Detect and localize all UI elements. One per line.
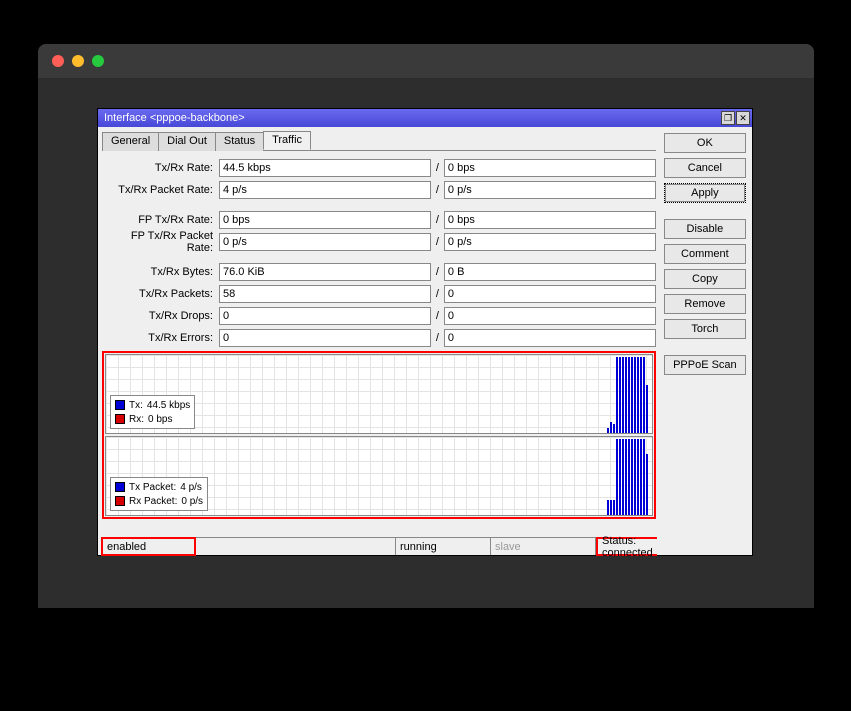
charts-highlight: Tx: 44.5 kbps Rx: 0 bps bbox=[102, 351, 656, 519]
cancel-button[interactable]: Cancel bbox=[664, 158, 746, 178]
disable-button[interactable]: Disable bbox=[664, 219, 746, 239]
chart-packets: Tx Packet: 4 p/s Rx Packet: 0 p/s bbox=[105, 436, 653, 516]
label-fp-txrx-pkt-rate: FP Tx/Rx Packet Rate: bbox=[102, 230, 217, 254]
fp-txrx-rate-rx: 0 bps bbox=[444, 211, 656, 229]
legend-tx-val: 44.5 kbps bbox=[147, 400, 190, 411]
maximize-icon[interactable] bbox=[92, 55, 104, 67]
pppoe-scan-button[interactable]: PPPoE Scan bbox=[664, 355, 746, 375]
status-running: running bbox=[396, 538, 491, 555]
label-txrx-drops: Tx/Rx Drops: bbox=[102, 310, 217, 322]
interface-dialog: Interface <pppoe-backbone> ❐ ✕ General D… bbox=[97, 108, 753, 556]
txrx-errors-rx: 0 bbox=[444, 329, 656, 347]
fp-txrx-rate-tx: 0 bps bbox=[219, 211, 431, 229]
tab-dialout[interactable]: Dial Out bbox=[158, 132, 216, 151]
txrx-drops-rx: 0 bbox=[444, 307, 656, 325]
apply-button[interactable]: Apply bbox=[664, 183, 746, 203]
txrx-packets-tx: 58 bbox=[219, 285, 431, 303]
txrx-drops-tx: 0 bbox=[219, 307, 431, 325]
legend-tx-label: Tx: bbox=[129, 400, 143, 411]
label-txrx-pkt-rate: Tx/Rx Packet Rate: bbox=[102, 184, 217, 196]
dialog-title: Interface <pppoe-backbone> bbox=[104, 112, 721, 124]
status-enabled: enabled bbox=[101, 537, 196, 556]
txrx-bytes-rx: 0 B bbox=[444, 263, 656, 281]
chart-rate: Tx: 44.5 kbps Rx: 0 bps bbox=[105, 354, 653, 434]
tab-traffic[interactable]: Traffic bbox=[263, 131, 311, 150]
legend-rx-swatch bbox=[115, 414, 125, 424]
tab-bar: General Dial Out Status Traffic bbox=[102, 131, 656, 151]
fp-txrx-pkt-rate-tx: 0 p/s bbox=[219, 233, 431, 251]
legend-rxpkt-swatch bbox=[115, 496, 125, 506]
txrx-bytes-tx: 76.0 KiB bbox=[219, 263, 431, 281]
legend-rxpkt-label: Rx Packet: bbox=[129, 496, 177, 507]
txrx-packets-rx: 0 bbox=[444, 285, 656, 303]
label-txrx-bytes: Tx/Rx Bytes: bbox=[102, 266, 217, 278]
status-spacer1 bbox=[196, 538, 396, 555]
ok-button[interactable]: OK bbox=[664, 133, 746, 153]
os-titlebar bbox=[38, 44, 814, 78]
legend-rx-val: 0 bps bbox=[148, 414, 172, 425]
label-txrx-packets: Tx/Rx Packets: bbox=[102, 288, 217, 300]
close-icon[interactable] bbox=[52, 55, 64, 67]
label-fp-txrx-rate: FP Tx/Rx Rate: bbox=[102, 214, 217, 226]
legend-txpkt-val: 4 p/s bbox=[180, 482, 202, 493]
legend-tx-swatch bbox=[115, 400, 125, 410]
label-txrx-errors: Tx/Rx Errors: bbox=[102, 332, 217, 344]
chart-packets-legend: Tx Packet: 4 p/s Rx Packet: 0 p/s bbox=[110, 477, 208, 511]
legend-rx-label: Rx: bbox=[129, 414, 144, 425]
txrx-pkt-rate-rx: 0 p/s bbox=[444, 181, 656, 199]
legend-txpkt-label: Tx Packet: bbox=[129, 482, 176, 493]
fp-txrx-pkt-rate-rx: 0 p/s bbox=[444, 233, 656, 251]
tab-general[interactable]: General bbox=[102, 132, 159, 151]
txrx-pkt-rate-tx: 4 p/s bbox=[219, 181, 431, 199]
remove-button[interactable]: Remove bbox=[664, 294, 746, 314]
fields-area: Tx/Rx Rate: 44.5 kbps / 0 bps Tx/Rx Pack… bbox=[102, 151, 656, 349]
status-bar: enabled running slave Status: connected bbox=[102, 537, 656, 555]
txrx-rate-tx: 44.5 kbps bbox=[219, 159, 431, 177]
legend-rxpkt-val: 0 p/s bbox=[181, 496, 203, 507]
txrx-errors-tx: 0 bbox=[219, 329, 431, 347]
txrx-rate-rx: 0 bps bbox=[444, 159, 656, 177]
status-slave: slave bbox=[491, 538, 596, 555]
chart-rate-legend: Tx: 44.5 kbps Rx: 0 bps bbox=[110, 395, 195, 429]
label-txrx-rate: Tx/Rx Rate: bbox=[102, 162, 217, 174]
legend-txpkt-swatch bbox=[115, 482, 125, 492]
copy-button[interactable]: Copy bbox=[664, 269, 746, 289]
tab-status[interactable]: Status bbox=[215, 132, 264, 151]
status-connected: Status: connected bbox=[596, 537, 657, 556]
dialog-titlebar[interactable]: Interface <pppoe-backbone> ❐ ✕ bbox=[98, 109, 752, 127]
torch-button[interactable]: Torch bbox=[664, 319, 746, 339]
side-buttons: OK Cancel Apply Disable Comment Copy Rem… bbox=[660, 127, 752, 555]
minimize-icon[interactable] bbox=[72, 55, 84, 67]
restore-icon[interactable]: ❐ bbox=[721, 111, 735, 125]
comment-button[interactable]: Comment bbox=[664, 244, 746, 264]
close-dialog-icon[interactable]: ✕ bbox=[736, 111, 750, 125]
main-column: General Dial Out Status Traffic Tx/Rx Ra… bbox=[98, 127, 660, 555]
